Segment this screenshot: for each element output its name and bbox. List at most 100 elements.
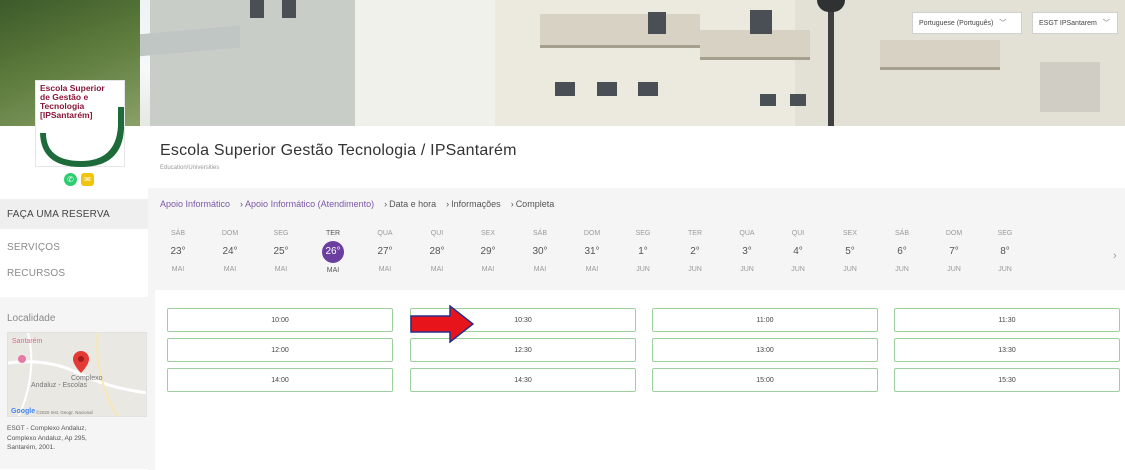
banner-balcony	[880, 40, 1000, 70]
time-slot-button[interactable]: 11:30	[894, 308, 1120, 332]
map-copyright: ©2020 Inst. Geogr. Nacional	[36, 410, 93, 415]
day-option[interactable]: DOM 24° MAI	[215, 228, 245, 276]
day-mon: JUN	[947, 266, 961, 273]
page-title: Escola Superior Gestão Tecnologia / IPSa…	[160, 142, 517, 159]
banner-window	[760, 94, 776, 106]
day-option[interactable]: SEG 8° JUN	[990, 228, 1020, 276]
sidebar-item-resources[interactable]: RECURSOS	[0, 265, 148, 281]
day-num: 29°	[480, 246, 496, 257]
logo-line: [IPSantarém]	[40, 110, 93, 120]
day-dow: SEG	[635, 230, 651, 237]
map-place-label: Santarém	[12, 338, 43, 345]
day-dow: SEX	[842, 230, 857, 237]
day-dow: TER	[326, 230, 340, 237]
map-place-line: Complexo	[71, 375, 103, 382]
banner-balcony	[540, 14, 700, 48]
day-mon: MAI	[378, 266, 392, 273]
day-num: 6°	[897, 246, 907, 257]
address-line: Santarém, 2001.	[7, 444, 56, 451]
day-num: 30°	[532, 246, 548, 257]
day-num: 5°	[845, 246, 855, 257]
banner-window	[597, 82, 617, 96]
time-slot-button[interactable]: 15:00	[652, 368, 878, 392]
email-icon[interactable]: ✉	[81, 173, 94, 186]
breadcrumb-label: Apoio Informático	[160, 199, 231, 209]
time-slot-button[interactable]: 11:00	[652, 308, 878, 332]
breadcrumb-item: › Completa	[511, 199, 555, 209]
day-option[interactable]: SÁB 23° MAI	[163, 228, 193, 276]
day-num: 2°	[690, 246, 700, 257]
day-option[interactable]: SEG 1° JUN	[628, 228, 658, 276]
day-option[interactable]: DOM 31° MAI	[577, 228, 607, 276]
time-slot-button[interactable]: 14:00	[167, 368, 393, 392]
day-option[interactable]: TER 26° MAI	[318, 228, 348, 277]
time-slot-button[interactable]: 13:30	[894, 338, 1120, 362]
day-num: 7°	[949, 246, 959, 257]
day-option[interactable]: QUI 4° JUN	[783, 228, 813, 276]
day-num: 27°	[377, 246, 393, 257]
day-mon: MAI	[326, 267, 340, 274]
sidebar-item-services[interactable]: SERVIÇOS	[0, 239, 148, 255]
banner-window	[750, 10, 772, 34]
day-option[interactable]: SEX 5° JUN	[835, 228, 865, 276]
day-option[interactable]: QUI 28° MAI	[422, 228, 452, 276]
day-option[interactable]: SÁB 30° MAI	[525, 228, 555, 276]
banner-window	[638, 82, 658, 96]
day-dow: DOM	[945, 230, 963, 237]
day-mon: JUN	[791, 266, 805, 273]
location-map[interactable]: Santarém Complexo Andaluz - Escolas Goog…	[7, 332, 147, 417]
breadcrumb-label: Informações	[451, 199, 501, 209]
breadcrumb-item[interactable]: Apoio Informático	[160, 199, 230, 209]
chevron-right-icon: ›	[446, 199, 450, 209]
day-dow: SEX	[480, 230, 495, 237]
banner-lamp-post	[828, 5, 834, 126]
day-mon: MAI	[533, 266, 547, 273]
banner-window	[790, 94, 806, 106]
breadcrumb: Apoio Informático › Apoio Informático (At…	[160, 199, 554, 209]
time-slot-button[interactable]: 10:00	[167, 308, 393, 332]
day-dow: SEG	[273, 230, 289, 237]
language-selector[interactable]: Portuguese (Português) ﹀	[912, 12, 1022, 34]
page-header: Escola Superior Gestão Tecnologia / IPSa…	[148, 126, 1125, 188]
day-mon: MAI	[585, 266, 599, 273]
time-slot-button[interactable]: 13:00	[652, 338, 878, 362]
day-dow: DOM	[221, 230, 239, 237]
location-address: ESGT - Complexo Andaluz, Complexo Andalu…	[7, 424, 145, 453]
day-dow: DOM	[583, 230, 601, 237]
school-logo: Escola Superior de Gestão e Tecnologia […	[35, 80, 125, 167]
day-num: 31°	[584, 246, 600, 257]
day-dow: TER	[688, 230, 702, 237]
day-dow: SÁB	[532, 230, 547, 237]
day-option[interactable]: QUA 27° MAI	[370, 228, 400, 276]
sidebar-item-reservation[interactable]: FAÇA UMA RESERVA	[0, 199, 148, 229]
annotation-arrow-icon	[410, 305, 474, 343]
day-option[interactable]: SÁB 6° JUN	[887, 228, 917, 276]
time-slot-button[interactable]: 15:30	[894, 368, 1120, 392]
organization-selector[interactable]: ESGT IPSantarem ﹀	[1032, 12, 1118, 34]
google-logo: Google	[11, 408, 36, 415]
chevron-right-icon: ›	[510, 199, 514, 209]
day-dow: QUA	[739, 230, 755, 237]
day-mon: JUN	[740, 266, 754, 273]
time-slot-button[interactable]: 14:30	[410, 368, 636, 392]
breadcrumb-item: › Informações	[446, 199, 501, 209]
day-option[interactable]: DOM 7° JUN	[939, 228, 969, 276]
language-selector-label: Portuguese (Português)	[919, 19, 994, 27]
day-option[interactable]: TER 2° JUN	[680, 228, 710, 276]
day-option[interactable]: SEX 29° MAI	[473, 228, 503, 276]
address-line: Complexo Andaluz, Ap 295,	[7, 434, 87, 442]
next-dates-arrow-icon[interactable]: ›	[1113, 250, 1117, 262]
breadcrumb-item[interactable]: › Apoio Informático (Atendimento)	[240, 199, 374, 209]
time-slot-grid: 10:00 10:30 11:00 11:30 12:00 12:30 13:00 13:30…	[155, 290, 1125, 470]
banner-balcony	[700, 30, 810, 60]
whatsapp-icon[interactable]: ✆	[64, 173, 77, 186]
day-mon: MAI	[223, 266, 237, 273]
day-dow: SEG	[997, 230, 1013, 237]
day-option[interactable]: QUA 3° JUN	[732, 228, 762, 276]
day-option[interactable]: SEG 25° MAI	[266, 228, 296, 276]
day-num: 24°	[222, 246, 238, 257]
time-slot-button[interactable]: 12:00	[167, 338, 393, 362]
day-num: 26°	[322, 241, 344, 263]
breadcrumb-label: Data e hora	[389, 199, 437, 209]
banner-window	[250, 0, 264, 18]
